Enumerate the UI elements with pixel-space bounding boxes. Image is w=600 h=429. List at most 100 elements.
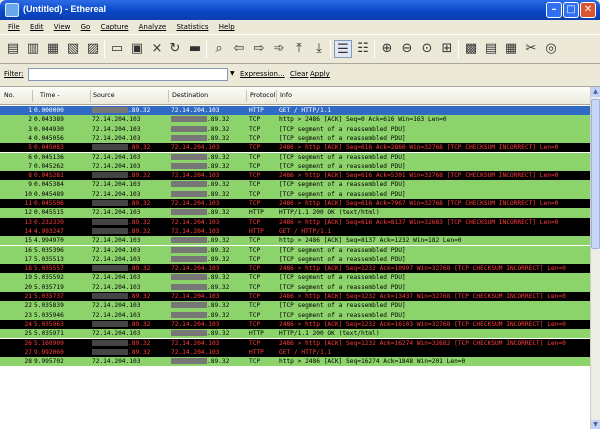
filter-bar: Filter: ▼ Expression... Clear Apply [0,64,600,84]
table-row[interactable]: 12 0.045515 72.14.204.103 .89.32 HTTP HTTP/1.… [0,208,590,218]
column-separator[interactable] [168,90,169,102]
table-row[interactable]: 24 5.035963 .89.32 72.14.204.103 TCP 2486 > h… [0,319,590,330]
table-row[interactable]: 1 0.000000 .89.32 72.14.204.103 HTTP GET / HT… [0,106,590,116]
table-row[interactable]: 11 0.045506 .89.32 72.14.204.103 TCP 2486 > h… [0,199,590,209]
save-icon[interactable]: ▣ [128,40,146,58]
column-separator[interactable] [90,90,91,102]
scroll-up-icon[interactable]: ▲ [591,87,600,97]
preferences-icon[interactable]: ✂ [522,40,540,58]
resize-columns-icon[interactable]: ⊞ [438,40,456,58]
auto-scroll-icon[interactable]: ☷ [354,40,372,58]
table-row[interactable]: 5 0.045083 .89.32 72.14.204.103 TCP 2486 > ht… [0,143,590,153]
menu-edit[interactable]: Edit [30,20,44,34]
menu-view[interactable]: View [54,20,71,34]
menu-capture[interactable]: Capture [101,20,129,34]
reload-icon[interactable]: ↻ [166,40,184,58]
interface-list-icon[interactable]: ▤ [4,40,22,58]
normal-size-icon[interactable]: ⊙ [418,40,436,58]
table-row[interactable]: 9 0.045384 72.14.204.103 .89.32 TCP [TCP segm… [0,180,590,190]
apply-button[interactable]: Apply [310,70,330,78]
table-row[interactable]: 16 5.035396 72.14.204.103 .89.32 TCP [TCP seg… [0,245,590,255]
filter-input[interactable] [28,68,228,81]
menu-statistics[interactable]: Statistics [176,20,208,34]
column-header-protocol[interactable]: Protocol [250,92,275,99]
back-icon[interactable]: ⇦ [230,40,248,58]
go-to-packet-icon[interactable]: ➾ [270,40,288,58]
minimize-button[interactable]: – [546,2,562,18]
table-row[interactable]: 6 0.045136 72.14.204.103 .89.32 TCP [TCP segm… [0,152,590,162]
cell-protocol-text: TCP [249,172,261,180]
capture-options-icon[interactable]: ▥ [24,40,42,58]
packet-list[interactable]: No. Time - Source Destination Protocol I… [0,86,600,429]
table-row[interactable]: 7 0.045262 72.14.204.103 .89.32 TCP [TCP segm… [0,161,590,172]
column-separator[interactable] [32,90,33,102]
zoom-in-icon[interactable]: ⊕ [378,40,396,58]
menu-file[interactable]: File [8,20,20,34]
table-row[interactable]: 3 0.044930 72.14.204.103 .89.32 TCP [TCP segm… [0,124,590,134]
scroll-down-icon[interactable]: ▼ [591,420,600,429]
column-separator[interactable] [276,90,277,102]
table-row[interactable]: 22 5.035839 72.14.204.103 .89.32 TCP [TCP seg… [0,301,590,311]
cell-info: 2486 > http [ACK] Seq=1232 Ack=10997 Win… [279,264,590,273]
forward-icon[interactable]: ⇨ [250,40,268,58]
column-header-destination[interactable]: Destination [172,92,208,99]
table-row[interactable]: 14 4.993247 .89.32 72.14.204.103 HTTP GET / H… [0,226,590,237]
cell-protocol-text: TCP [249,283,261,291]
table-row[interactable]: 25 5.035971 72.14.204.103 .89.32 HTTP HTTP/1.… [0,329,590,339]
print-icon[interactable]: ▬ [186,40,204,58]
table-row[interactable]: 19 5.035592 72.14.204.103 .89.32 TCP [TCP seg… [0,273,590,283]
cell-source-text: 72.14.204.103 [92,162,141,170]
cell-no-text: 17 [24,255,32,263]
first-packet-icon[interactable]: ⤒ [290,40,308,58]
filter-dropdown-icon[interactable]: ▼ [230,70,235,77]
zoom-out-icon[interactable]: ⊖ [398,40,416,58]
table-row[interactable]: 23 5.035946 72.14.204.103 .89.32 TCP [TCP seg… [0,310,590,320]
find-packet-icon[interactable]: ⌕ [210,40,228,58]
table-row[interactable]: 10 0.045489 72.14.204.103 .89.32 TCP [TCP seg… [0,189,590,199]
redacted-ip-block [171,162,207,169]
clear-button[interactable]: Clear [290,70,308,78]
colorize-icon[interactable]: ☰ [334,40,352,58]
column-header-info[interactable]: Info [280,92,292,99]
column-separator[interactable] [246,90,247,102]
help-icon[interactable]: ◎ [542,40,560,58]
column-header-time[interactable]: Time - [40,92,60,99]
table-row[interactable]: 27 9.992060 .89.32 72.14.204.103 HTTP GET / H… [0,347,590,358]
column-header-source[interactable]: Source [93,92,115,99]
start-capture-icon[interactable]: ▦ [44,40,62,58]
table-row[interactable]: 17 5.035513 72.14.204.103 .89.32 TCP [TCP seg… [0,254,590,265]
cell-destination: .89.32 [171,208,249,217]
capture-filters-icon[interactable]: ▩ [462,40,480,58]
table-row[interactable]: 18 5.035557 .89.32 72.14.204.103 TCP 2486 > h… [0,264,590,274]
maximize-button[interactable]: □ [563,2,579,18]
stop-capture-icon[interactable]: ▨ [84,40,102,58]
table-row[interactable]: 2 0.043389 72.14.204.103 .89.32 TCP http > 24… [0,115,590,125]
coloring-rules-icon[interactable]: ▦ [502,40,520,58]
menu-help[interactable]: Help [219,20,235,34]
table-row[interactable]: 26 5.160909 .89.32 72.14.204.103 TCP 2486 > h… [0,338,590,348]
table-row[interactable]: 28 9.995702 72.14.204.103 .89.32 TCP http > 2… [0,357,590,367]
column-header-no[interactable]: No. [4,92,14,99]
table-row[interactable]: 21 5.035737 .89.32 72.14.204.103 TCP 2486 > h… [0,292,590,302]
open-icon[interactable]: ▭ [108,40,126,58]
cell-no: 8 [2,171,32,180]
table-row[interactable]: 20 5.035719 72.14.204.103 .89.32 TCP [TCP seg… [0,282,590,292]
close-icon[interactable]: × [148,40,166,58]
cell-source: 72.14.204.103 [92,134,170,143]
table-row[interactable]: 15 4.994970 72.14.204.103 .89.32 TCP http > 2… [0,236,590,246]
menu-go[interactable]: Go [81,20,91,34]
scroll-thumb[interactable] [591,99,600,249]
table-row[interactable]: 4 0.045056 72.14.204.103 .89.32 TCP [TCP segm… [0,133,590,144]
cell-destination-text: 72.14.204.103 [171,339,220,347]
menu-analyze[interactable]: Analyze [139,20,167,34]
restart-capture-icon[interactable]: ▧ [64,40,82,58]
vertical-scrollbar[interactable]: ▲ ▼ [590,87,600,429]
cell-source-text: 72.14.204.103 [92,255,141,263]
display-filters-icon[interactable]: ▤ [482,40,500,58]
title-bar[interactable]: (Untitled) - Ethereal – □ ✕ [0,0,600,20]
last-packet-icon[interactable]: ⤓ [310,40,328,58]
close-window-button[interactable]: ✕ [580,2,596,18]
expression-button[interactable]: Expression... [240,70,285,78]
table-row[interactable]: 8 0.045281 .89.32 72.14.204.103 TCP 2486 > ht… [0,171,590,181]
table-row[interactable]: 13 0.232339 .89.32 72.14.204.103 TCP 2486 > h… [0,217,590,227]
